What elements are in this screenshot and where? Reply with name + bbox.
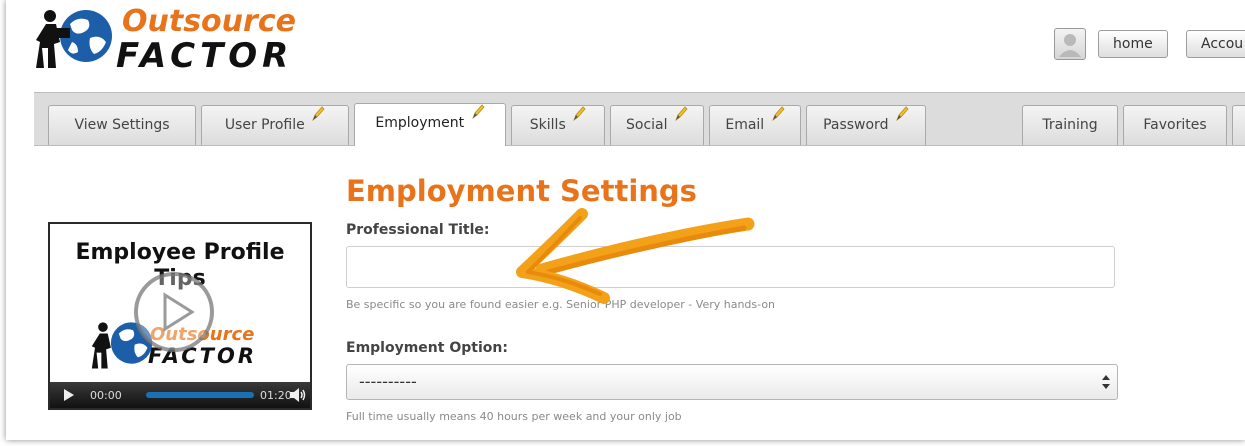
tab-label: Employment [375,115,465,131]
tab-employment[interactable]: Employment [354,103,506,146]
pencil-icon [896,106,909,122]
volume-icon[interactable] [290,388,306,402]
tab-view-settings[interactable]: View Settings [48,105,196,145]
page: Outsource FACTOR home Accou View Setting… [6,0,1245,440]
tab-label: Training [1042,117,1098,133]
home-button[interactable]: home [1098,30,1168,58]
employment-option-label: Employment Option: [346,340,508,356]
tab-social[interactable]: Social [610,105,704,145]
tab-skills[interactable]: Skills [511,105,605,145]
select-arrows-icon [1102,375,1110,389]
tab-label: View Settings [74,117,170,133]
employment-option-hint: Full time usually means 40 hours per wee… [346,410,682,423]
pencil-icon [573,106,586,122]
employment-option-select[interactable]: ---------- [346,364,1118,400]
video-duration: 01:20 [260,389,292,402]
avatar[interactable] [1054,28,1086,60]
user-icon [1059,34,1081,57]
professional-title-label: Professional Title: [346,222,490,238]
employment-option-value: ---------- [359,372,417,391]
tab-password[interactable]: Password [806,105,926,145]
video-current-time: 00:00 [90,389,122,402]
play-overlay-icon[interactable] [132,270,216,354]
play-icon[interactable] [64,389,74,401]
video-controls: 00:00 01:20 [50,382,310,408]
video-player[interactable]: Employee Profile Tips Outsource FACTOR 0… [48,222,312,410]
video-progress-bar[interactable] [146,392,254,398]
pencil-icon [771,106,785,122]
arrow-icon [516,208,755,304]
account-button[interactable]: Accou [1186,30,1245,58]
logo-text-outsource: Outsource [122,4,296,39]
tab-label: Email [725,117,765,133]
tab-label: User Profile [224,117,305,133]
tab-email[interactable]: Email [709,105,801,145]
tab-label: Skills [529,117,566,133]
tab-label: Social [626,117,668,133]
page-title: Employment Settings [346,174,697,208]
tab-user-profile[interactable]: User Profile [201,105,349,145]
pencil-icon [675,106,688,122]
pencil-icon [471,104,485,120]
tab-label: Password [823,117,889,133]
logo-text-factor: FACTOR [116,36,294,76]
globe-icon [36,10,112,68]
tab-favorites[interactable]: Favorites [1123,105,1227,145]
settings-tabbar: View Settings User Profile Employment Sk… [34,92,1245,146]
tab-more[interactable] [1232,105,1245,145]
pencil-icon [312,106,325,122]
site-logo[interactable]: Outsource FACTOR [34,2,296,80]
tab-training[interactable]: Training [1022,105,1118,145]
tab-label: Favorites [1143,117,1207,133]
